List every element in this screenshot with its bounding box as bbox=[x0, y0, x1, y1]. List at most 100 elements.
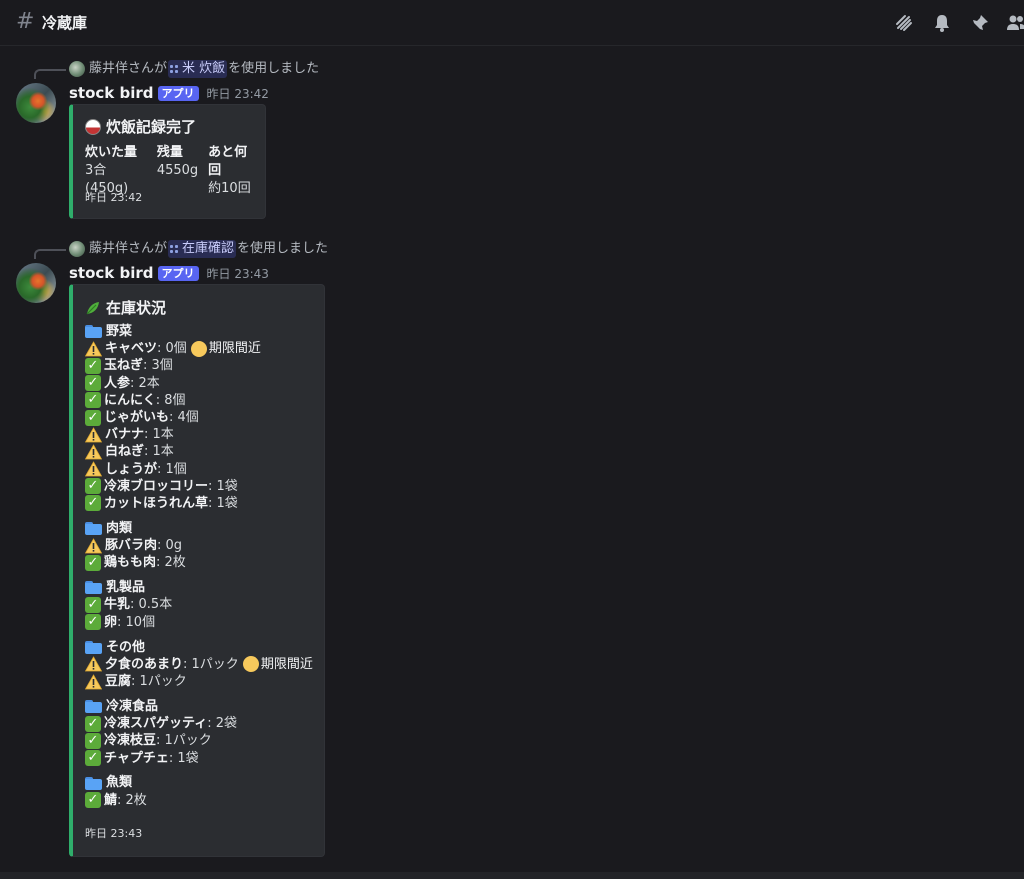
item-name: 人参 bbox=[104, 375, 131, 391]
reply-user[interactable]: 藤井佯 bbox=[89, 240, 128, 258]
check-mark-icon: ✓ bbox=[85, 357, 101, 374]
field-name: あと何回 bbox=[208, 145, 248, 178]
inventory-item: ✓ 冷凍枝豆: 1パック bbox=[85, 732, 313, 749]
inventory-list: 野菜 キャベツ: 0個 期限間近 ✓ 玉ねぎ: 3個 ✓ 人参: 2本 ✓ にんにく: 8個 ✓ じ… bbox=[85, 323, 313, 809]
item-name: 白ねぎ bbox=[105, 444, 145, 460]
item-quantity: : 1個 bbox=[157, 461, 187, 477]
embed: 炊飯記録完了 炊いた量 3合 (450g) 残量 4550g あと何回 約10回… bbox=[69, 104, 266, 219]
inventory-item: ✓ 玉ねぎ: 3個 bbox=[85, 357, 313, 374]
yellow-circle-icon bbox=[190, 340, 207, 357]
rice-bowl-icon bbox=[85, 118, 101, 135]
category-heading: 冷凍食品 bbox=[85, 698, 313, 715]
category-heading: 乳製品 bbox=[85, 579, 313, 596]
bell-icon[interactable] bbox=[932, 13, 952, 33]
mini-avatar bbox=[69, 61, 85, 77]
item-name: 冷凍スパゲッティ bbox=[104, 716, 208, 732]
folder-icon bbox=[85, 581, 102, 595]
item-name: 鶏もも肉 bbox=[104, 555, 157, 571]
item-name: バナナ bbox=[105, 427, 145, 443]
inventory-item: ✓ 冷凍ブロッコリー: 1袋 bbox=[85, 478, 313, 495]
command-name: 米 炊飯 bbox=[182, 61, 226, 76]
item-quantity: : 0個 bbox=[157, 341, 187, 357]
category-name: 乳製品 bbox=[106, 580, 146, 596]
warning-icon bbox=[85, 673, 102, 689]
check-mark-icon: ✓ bbox=[85, 792, 101, 809]
item-quantity: : 2枚 bbox=[156, 555, 186, 571]
warning-icon bbox=[85, 537, 102, 554]
command-icon bbox=[170, 64, 179, 74]
check-mark-icon: ✓ bbox=[85, 554, 101, 571]
reply-text: さんが bbox=[128, 61, 168, 76]
folder-icon bbox=[85, 640, 102, 654]
warning-icon bbox=[85, 426, 102, 443]
category-heading: 野菜 bbox=[85, 323, 313, 340]
expiry-note-text: 期限間近 bbox=[208, 341, 261, 357]
avatar[interactable] bbox=[16, 83, 56, 123]
author-name[interactable]: stock bird bbox=[69, 263, 154, 283]
command-mention[interactable]: 在庫確認 bbox=[168, 240, 237, 258]
folder-icon bbox=[85, 325, 102, 339]
inventory-item: 夕食のあまり: 1パック 期限間近 bbox=[85, 656, 313, 673]
item-name: 冷凍ブロッコリー bbox=[104, 478, 209, 494]
app-badge: アプリ bbox=[157, 265, 199, 281]
command-reply[interactable]: 藤井佯 さんが 米 炊飯 を使用しました bbox=[69, 60, 319, 78]
avatar[interactable] bbox=[16, 263, 56, 303]
pin-icon[interactable] bbox=[970, 13, 990, 33]
embed-field: 残量 4550g bbox=[157, 144, 198, 198]
item-quantity: : 1袋 bbox=[208, 478, 238, 494]
command-mention[interactable]: 米 炊飯 bbox=[168, 60, 228, 78]
inventory-item: しょうが: 1個 bbox=[85, 461, 313, 478]
leafy-green-icon bbox=[86, 301, 99, 314]
check-mark-icon: ✓ bbox=[85, 409, 101, 426]
item-quantity: : 1パック bbox=[156, 733, 212, 749]
command-name: 在庫確認 bbox=[182, 241, 235, 256]
item-name: 卵 bbox=[104, 614, 118, 630]
reply-connector bbox=[34, 69, 66, 79]
item-name: 鯖 bbox=[104, 792, 118, 808]
members-icon[interactable] bbox=[1006, 13, 1024, 33]
reply-user[interactable]: 藤井佯 bbox=[89, 60, 128, 78]
item-name: 豆腐 bbox=[105, 673, 132, 689]
reply-connector bbox=[34, 249, 66, 259]
check-mark-icon: ✓ bbox=[85, 478, 101, 495]
message-timestamp[interactable]: 昨日 23:43 bbox=[207, 265, 269, 282]
inventory-item: ✓ 冷凍スパゲッティ: 2袋 bbox=[85, 715, 313, 732]
check-mark-icon: ✓ bbox=[85, 715, 101, 732]
item-name: しょうが bbox=[105, 461, 158, 477]
item-name: 豚バラ肉 bbox=[105, 538, 158, 554]
item-quantity: : 2本 bbox=[130, 375, 160, 391]
inventory-item: ✓ 牛乳: 0.5本 bbox=[85, 596, 313, 613]
embed-field: あと何回 約10回 bbox=[208, 144, 255, 198]
item-name: 冷凍枝豆 bbox=[104, 733, 157, 749]
item-name: 玉ねぎ bbox=[104, 358, 144, 374]
inventory-embed: 在庫状況 野菜 キャベツ: 0個 期限間近 ✓ 玉ねぎ: 3個 ✓ 人参: 2本 ✓ にんにく:… bbox=[69, 284, 325, 857]
item-name: カットほうれん草 bbox=[104, 495, 209, 511]
embed-title: 炊飯記録完了 bbox=[85, 116, 196, 137]
embed-title: 在庫状況 bbox=[85, 297, 166, 318]
item-name: じゃがいも bbox=[104, 409, 170, 425]
folder-icon bbox=[85, 776, 102, 790]
category-name: 魚類 bbox=[106, 775, 133, 791]
category-heading: 魚類 bbox=[85, 774, 313, 791]
inventory-item: ✓ 人参: 2本 bbox=[85, 375, 313, 392]
item-quantity: : 1袋 bbox=[168, 750, 199, 766]
threads-icon[interactable] bbox=[894, 13, 914, 33]
item-quantity: : 8個 bbox=[155, 392, 186, 408]
field-value: 4550g bbox=[156, 163, 199, 178]
item-quantity: : 2枚 bbox=[117, 792, 147, 808]
inventory-item: ✓ 鶏もも肉: 2枚 bbox=[85, 554, 313, 571]
reply-suffix: を使用しました bbox=[228, 61, 320, 76]
embed-title-text: 在庫状況 bbox=[106, 299, 167, 317]
warning-icon bbox=[85, 656, 102, 672]
category-gap bbox=[85, 767, 313, 775]
yellow-circle-icon bbox=[242, 656, 259, 673]
inventory-item: ✓ にんにく: 8個 bbox=[85, 392, 313, 409]
channel-name: 冷蔵庫 bbox=[42, 14, 88, 32]
warning-icon bbox=[85, 340, 102, 357]
message-timestamp[interactable]: 昨日 23:42 bbox=[207, 85, 269, 102]
check-mark-icon: ✓ bbox=[85, 597, 101, 613]
command-reply[interactable]: 藤井佯 さんが 在庫確認 を使用しました bbox=[69, 240, 328, 258]
inventory-item: 白ねぎ: 1本 bbox=[85, 443, 313, 460]
item-name: チャプチェ bbox=[104, 750, 169, 766]
author-name[interactable]: stock bird bbox=[69, 83, 154, 103]
